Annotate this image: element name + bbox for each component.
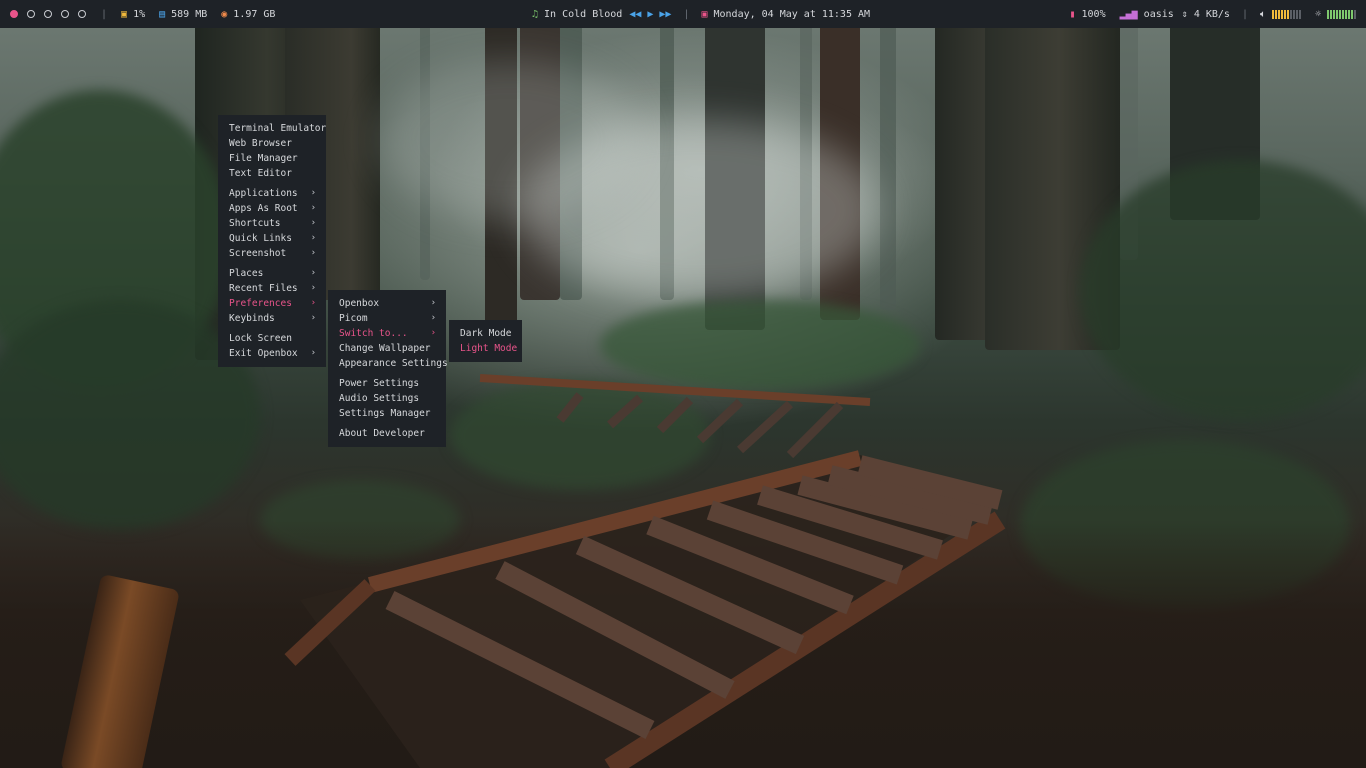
chevron-right-icon: ›	[310, 283, 316, 293]
previous-track-icon[interactable]: ◀◀	[629, 9, 641, 20]
signal-icon: ▂▄▆	[1119, 8, 1138, 20]
chevron-right-icon: ›	[310, 268, 316, 278]
menu-item-exit-openbox[interactable]: Exit Openbox ›	[218, 346, 326, 361]
network-speed: 4 KB/s	[1193, 8, 1230, 20]
chevron-right-icon: ›	[310, 188, 316, 198]
brightness-icon[interactable]: ☼	[1315, 9, 1321, 20]
chevron-right-icon: ›	[430, 298, 436, 308]
separator: |	[1241, 8, 1248, 20]
workspace-switcher	[10, 0, 95, 28]
updown-arrows-icon: ⇕	[1181, 8, 1188, 20]
volume-bar[interactable]	[1271, 9, 1301, 19]
menu-item-screenshot[interactable]: Screenshot ›	[218, 246, 326, 261]
chevron-right-icon: ›	[310, 218, 316, 228]
menu-item-terminal-emulator[interactable]: Terminal Emulator	[218, 121, 326, 136]
menu-item-power-settings[interactable]: Power Settings	[328, 376, 446, 391]
memory-icon: ▤	[159, 8, 166, 20]
date-value[interactable]: Monday, 04 May at 11:35 AM	[714, 9, 871, 20]
chevron-right-icon: ›	[310, 348, 316, 358]
menu-item-recent-files[interactable]: Recent Files ›	[218, 281, 326, 296]
memory-module: ▤ 589 MB	[159, 9, 207, 20]
cpu-module: ▣ 1%	[121, 9, 145, 20]
wooden-stairs-image	[284, 374, 1006, 768]
menu-item-switch-to[interactable]: Switch to... ›	[328, 326, 446, 341]
cpu-icon: ▣	[121, 8, 128, 20]
menu-item-file-manager[interactable]: File Manager	[218, 151, 326, 166]
chevron-right-icon: ›	[310, 313, 316, 323]
menu-item-audio-settings[interactable]: Audio Settings	[328, 391, 446, 406]
workspace-5-indicator[interactable]	[78, 10, 86, 18]
menu-item-keybinds[interactable]: Keybinds ›	[218, 311, 326, 326]
music-module: ♫ In Cold Blood ◀◀ ▶ ▶▶ | ▣ Monday, 04 M…	[532, 0, 870, 28]
brightness-bar[interactable]	[1327, 9, 1356, 19]
play-icon[interactable]: ▶	[647, 9, 653, 20]
chevron-right-icon: ›	[310, 298, 316, 308]
menu-item-dark-mode[interactable]: Dark Mode	[449, 326, 522, 341]
chevron-right-icon: ›	[310, 203, 316, 213]
status-modules: ▮ 100% ▂▄▆ oasis ⇕ 4 KB/s | 🔈︎ ☼	[1069, 0, 1356, 28]
battery-value: 100%	[1081, 8, 1106, 20]
music-title[interactable]: In Cold Blood	[544, 9, 622, 20]
preferences-submenu: Openbox › Picom › Switch to... › Change Wal…	[328, 290, 448, 447]
menu-item-apps-as-root[interactable]: Apps As Root ›	[218, 201, 326, 216]
battery-icon: ▮	[1069, 8, 1076, 20]
menu-item-picom[interactable]: Picom ›	[328, 311, 446, 326]
workspace-2-indicator[interactable]	[27, 10, 35, 18]
chevron-right-icon: ›	[310, 233, 316, 243]
disk-value: 1.97 GB	[233, 8, 276, 20]
menu-item-change-wallpaper[interactable]: Change Wallpaper	[328, 341, 446, 356]
switch-to-submenu: Dark Mode Light Mode	[449, 320, 522, 362]
workspace-1-indicator[interactable]	[10, 10, 18, 18]
workspace-3-indicator[interactable]	[44, 10, 52, 18]
menu-item-preferences[interactable]: Preferences ›	[218, 296, 326, 311]
menu-item-places[interactable]: Places ›	[218, 266, 326, 281]
menu-item-quick-links[interactable]: Quick Links ›	[218, 231, 326, 246]
menu-item-settings-manager[interactable]: Settings Manager	[328, 406, 446, 421]
memory-value: 589 MB	[171, 8, 208, 20]
chevron-right-icon: ›	[430, 328, 436, 338]
menu-item-light-mode[interactable]: Light Mode	[449, 341, 522, 356]
disk-module: ◉ 1.97 GB	[221, 9, 275, 20]
top-panel: | ▣ 1% ▤ 589 MB ◉ 1.97 GB ♫ In Cold Bloo…	[0, 0, 1366, 28]
workspace-4-indicator[interactable]	[61, 10, 69, 18]
menu-item-web-browser[interactable]: Web Browser	[218, 136, 326, 151]
separator: |	[683, 8, 690, 20]
network-ssid[interactable]: oasis	[1144, 9, 1174, 20]
calendar-icon: ▣	[701, 8, 708, 20]
cpu-value: 1%	[133, 8, 146, 20]
menu-item-appearance-settings[interactable]: Appearance Settings	[328, 356, 448, 371]
desktop-wallpaper	[0, 0, 1366, 768]
menu-item-shortcuts[interactable]: Shortcuts ›	[218, 216, 326, 231]
menu-item-applications[interactable]: Applications ›	[218, 186, 326, 201]
root-menu: Terminal Emulator Web Browser File Manag…	[218, 115, 326, 367]
music-note-icon: ♫	[532, 8, 539, 20]
next-track-icon[interactable]: ▶▶	[659, 9, 671, 20]
separator: |	[101, 8, 108, 20]
chevron-right-icon: ›	[430, 313, 436, 323]
disk-icon: ◉	[221, 8, 228, 20]
menu-item-openbox[interactable]: Openbox ›	[328, 296, 446, 311]
chevron-right-icon: ›	[310, 248, 316, 258]
menu-item-lock-screen[interactable]: Lock Screen	[218, 331, 326, 346]
menu-item-about-developer[interactable]: About Developer	[328, 426, 446, 441]
speaker-icon[interactable]: 🔈︎	[1260, 9, 1266, 20]
menu-item-text-editor[interactable]: Text Editor	[218, 166, 326, 181]
